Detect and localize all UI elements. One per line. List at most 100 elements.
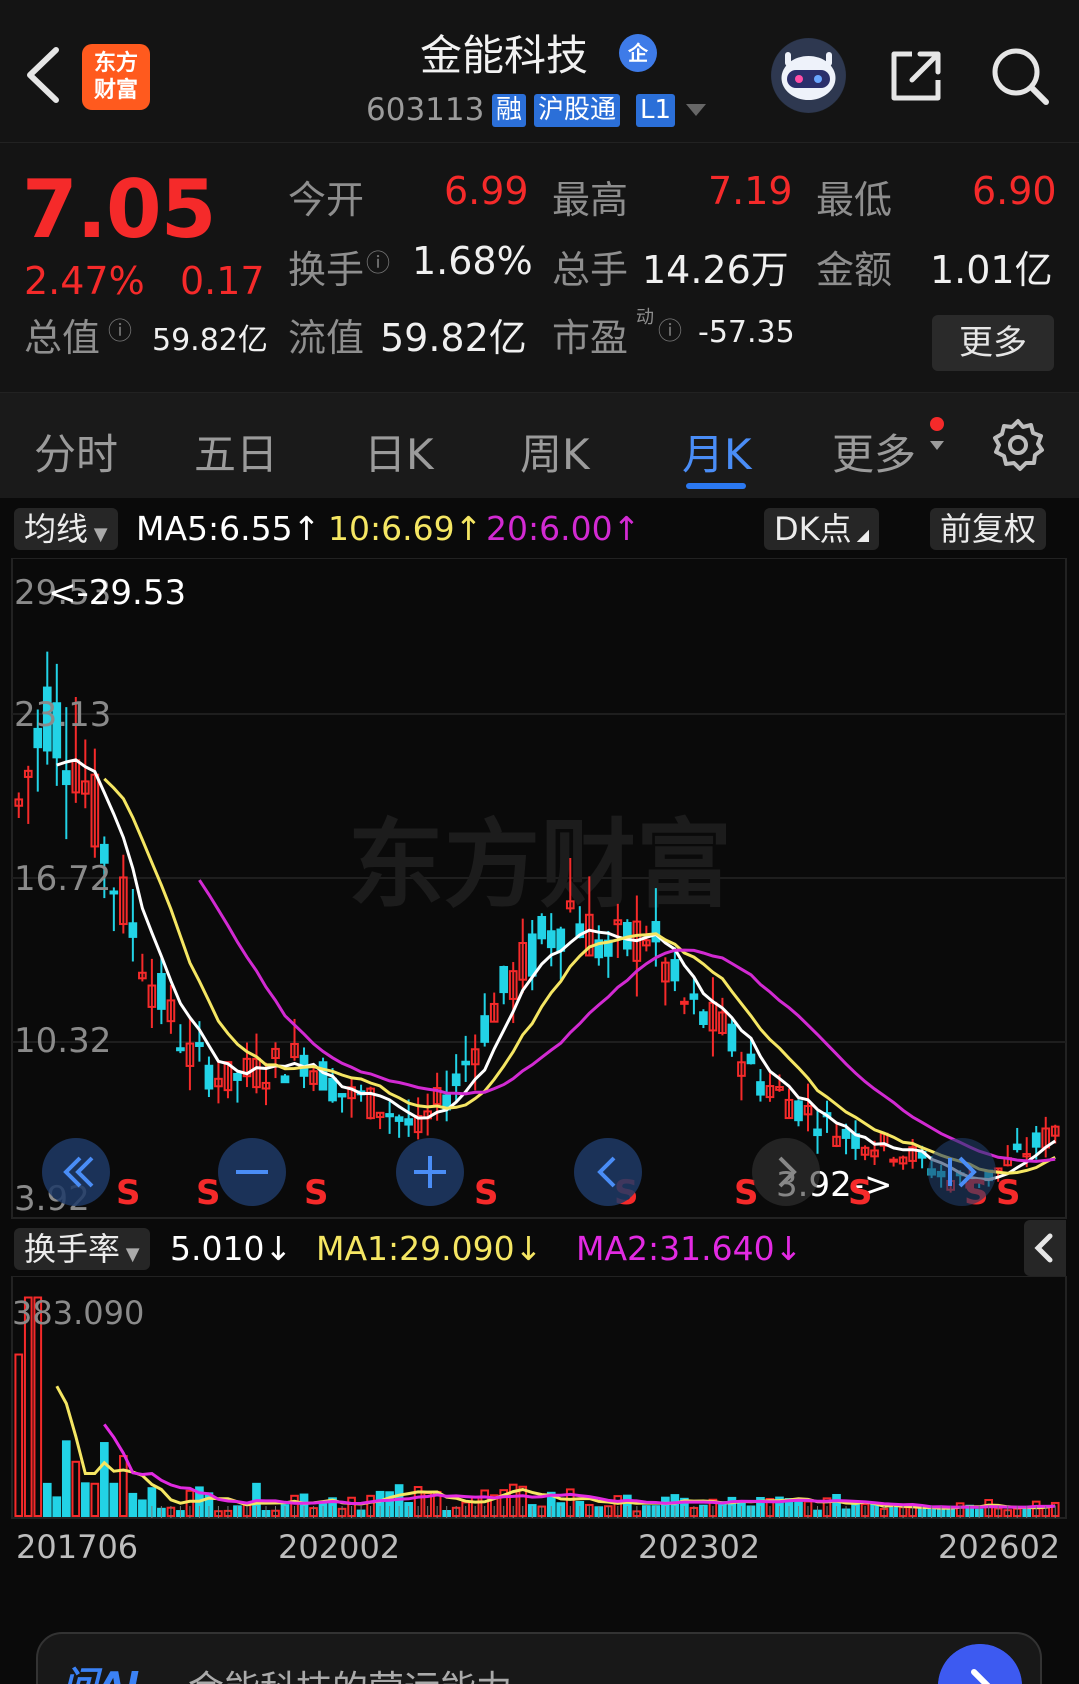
ask-ai-input[interactable]: 问AI 金能科技的营运能力 bbox=[36, 1632, 1042, 1684]
candle bbox=[394, 1116, 404, 1122]
candle bbox=[157, 973, 166, 1010]
x-label: 202002 bbox=[278, 1528, 401, 1566]
pe-value: -57.35 bbox=[698, 315, 795, 350]
turnover-value: 1.68% bbox=[412, 239, 533, 283]
candle bbox=[385, 1113, 394, 1118]
sell-signal: S bbox=[996, 1173, 1021, 1213]
stock-name: 金能科技 bbox=[420, 31, 589, 80]
candle bbox=[670, 959, 680, 982]
candle bbox=[204, 1064, 214, 1090]
info-icon[interactable]: ⓘ bbox=[108, 311, 132, 346]
scroll-right-icon[interactable] bbox=[750, 1136, 822, 1208]
turnover-bar bbox=[128, 1492, 138, 1518]
scroll-end-icon[interactable] bbox=[926, 1136, 998, 1208]
high-value: 7.19 bbox=[708, 169, 793, 213]
candle bbox=[328, 1077, 337, 1102]
share-icon[interactable] bbox=[886, 46, 946, 106]
caret-down-icon bbox=[930, 441, 944, 450]
candle bbox=[680, 1000, 689, 1005]
zoom-out-icon[interactable] bbox=[216, 1136, 288, 1208]
turnover-bar bbox=[52, 1496, 62, 1518]
change-percent: 2.47% bbox=[24, 259, 145, 303]
tab-monthly-k[interactable]: 月K bbox=[682, 421, 752, 482]
send-arrow-icon[interactable] bbox=[938, 1644, 1022, 1684]
chevron-down-icon[interactable] bbox=[686, 104, 706, 116]
turnover-y-max: 383.090 bbox=[12, 1294, 144, 1332]
tab-more[interactable]: 更多 bbox=[832, 421, 916, 482]
sell-signal: S bbox=[474, 1173, 499, 1213]
turnover-ma1-line bbox=[55, 1385, 1056, 1510]
tab-daily-k[interactable]: 日K bbox=[364, 421, 434, 482]
turnover-bar bbox=[80, 1482, 90, 1518]
amount-label: 金额 bbox=[816, 248, 893, 292]
turnover-bar bbox=[100, 1442, 109, 1518]
candle bbox=[746, 1053, 756, 1065]
collapse-panel-button[interactable] bbox=[1024, 1220, 1066, 1276]
volume-label: 总手 bbox=[552, 248, 629, 292]
candle bbox=[1031, 1132, 1041, 1148]
tab-weekly-k[interactable]: 周K bbox=[520, 421, 590, 482]
ma-selector[interactable]: 均线 ▼ bbox=[14, 508, 118, 550]
kline-chart[interactable]: 东方财富 29.53 23.13 16.72 10.32 3.92 <-29.5… bbox=[0, 557, 1079, 1220]
turnover-bar bbox=[71, 1460, 81, 1518]
x-label: 202602 bbox=[938, 1528, 1061, 1566]
dk-point-button[interactable]: DK点 ◢ bbox=[764, 508, 880, 550]
candle bbox=[451, 1073, 461, 1087]
level-tag: L1 bbox=[636, 94, 676, 127]
ask-ai-prompt: 金能科技的营运能力 bbox=[188, 1660, 512, 1684]
top-bar: 东方 财富 金能科技 企 603113 融 沪股通 L1 bbox=[0, 0, 1079, 142]
candle bbox=[651, 921, 661, 943]
ma5-value: MA5:6.55↑ bbox=[136, 509, 321, 548]
search-icon[interactable] bbox=[988, 44, 1052, 108]
bottom-bar: 问AI 金能科技的营运能力 bbox=[0, 1600, 1079, 1684]
gear-icon[interactable] bbox=[990, 417, 1046, 473]
turnover-bar bbox=[119, 1455, 128, 1517]
ma-legend: 均线 ▼ MA5:6.55↑ 10:6.69↑ 20:6.00↑ DK点 ◢ 前… bbox=[0, 498, 1079, 558]
back-icon[interactable] bbox=[22, 44, 64, 106]
turnover-value: 5.010↓ bbox=[170, 1229, 293, 1268]
candle bbox=[318, 1061, 328, 1091]
margin-tag: 融 bbox=[492, 94, 527, 127]
sell-signal: S bbox=[304, 1173, 329, 1213]
tab-five-day[interactable]: 五日 bbox=[194, 421, 278, 482]
candle bbox=[727, 1023, 737, 1052]
tab-intraday[interactable]: 分时 bbox=[34, 421, 118, 482]
time-axis: 201706 202002 202302 202602 bbox=[0, 1520, 1079, 1576]
kline-svg: 东方财富 29.53 23.13 16.72 10.32 3.92 <-29.5… bbox=[11, 557, 1067, 1219]
ai-robot-icon[interactable] bbox=[771, 38, 846, 113]
candle bbox=[404, 1118, 413, 1126]
info-icon[interactable]: ⓘ bbox=[366, 243, 390, 278]
turnover-label: 换手 bbox=[288, 248, 365, 292]
change-value: 0.17 bbox=[180, 259, 265, 303]
chevron-left-icon bbox=[1034, 1233, 1053, 1263]
scroll-left-icon[interactable] bbox=[572, 1136, 644, 1208]
turnover-selector[interactable]: 换手率 ▼ bbox=[14, 1228, 150, 1270]
candle bbox=[889, 1158, 898, 1163]
connect-tag: 沪股通 bbox=[534, 94, 621, 127]
candle bbox=[280, 1075, 290, 1084]
info-icon[interactable]: ⓘ bbox=[658, 311, 682, 346]
mktcap-value: 59.82亿 bbox=[152, 323, 268, 358]
candle bbox=[546, 930, 556, 949]
candle bbox=[841, 1128, 851, 1139]
candle bbox=[537, 915, 547, 940]
candle bbox=[1012, 1143, 1022, 1151]
low-value: 6.90 bbox=[972, 169, 1057, 213]
stock-code: 603113 bbox=[366, 92, 485, 128]
turnover-ma1: MA1:29.090↓ bbox=[316, 1229, 543, 1268]
candle bbox=[756, 1081, 765, 1096]
turnover-bar bbox=[109, 1482, 119, 1517]
pe-label: 市盈 bbox=[552, 316, 629, 360]
adjust-button[interactable]: 前复权 bbox=[930, 508, 1047, 550]
scroll-left-fast-icon[interactable] bbox=[40, 1136, 112, 1208]
more-button[interactable]: 更多 bbox=[932, 315, 1054, 371]
period-tabs: 分时 五日 日K 周K 月K 更多 bbox=[0, 392, 1079, 498]
x-label: 201706 bbox=[16, 1528, 139, 1566]
last-price: 7.05 bbox=[22, 163, 216, 256]
turnover-chart[interactable]: 383.090 bbox=[0, 1275, 1079, 1520]
candle bbox=[61, 770, 71, 786]
ai-logo: 问AI bbox=[62, 1656, 139, 1684]
app-logo[interactable]: 东方 财富 bbox=[82, 44, 150, 110]
candle bbox=[461, 1060, 471, 1066]
zoom-in-icon[interactable] bbox=[394, 1136, 466, 1208]
